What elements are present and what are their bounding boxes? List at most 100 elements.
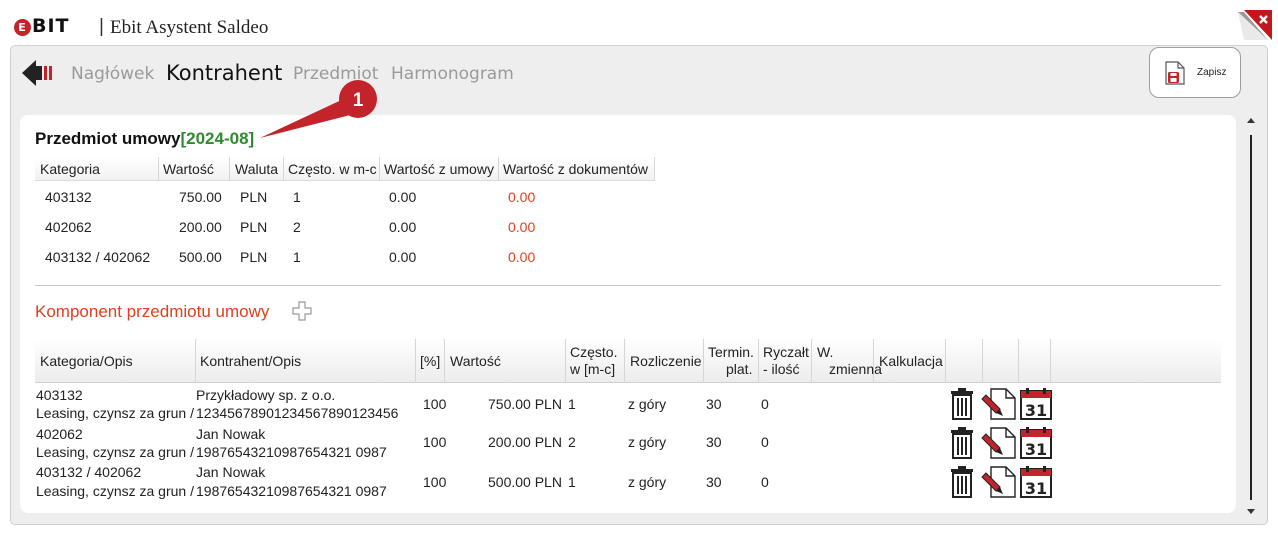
contract-title: Przedmiot umowy	[35, 129, 181, 148]
edit-document-icon[interactable]	[981, 388, 1016, 420]
trash-icon[interactable]	[951, 427, 973, 459]
cell-kategoria: 402062	[45, 219, 92, 235]
edit-document-icon[interactable]	[981, 427, 1016, 459]
column-header-wartosc[interactable]: Wartość	[163, 161, 214, 177]
cell-rozliczenie: z góry	[628, 434, 667, 450]
calendar-icon[interactable]: 31	[1020, 466, 1052, 498]
back-arrow-icon[interactable]	[22, 59, 54, 87]
column-divider	[379, 157, 380, 181]
contract-section-title: Przedmiot umowy[2024-08]	[35, 129, 254, 149]
row-actions: 31	[951, 466, 1052, 498]
cell-waluta: PLN	[240, 219, 268, 235]
cell-wartosc-z-dokumentow: 0.00	[508, 219, 536, 235]
column-header-ryczalt[interactable]: Ryczałt - ilość	[763, 344, 809, 378]
components-title: Komponent przedmiotu umowy	[35, 302, 270, 321]
column-header-w-zmienna[interactable]: W. zmienna	[817, 344, 882, 378]
cell-czesto: 1	[568, 396, 576, 412]
column-header-kategoria-opis[interactable]: Kategoria/Opis	[40, 353, 133, 370]
cell-procent: 100	[423, 396, 447, 412]
column-divider	[982, 339, 983, 383]
cell-opis: Leasing, czynsz za grun /	[36, 483, 194, 499]
cell-kategoria: 403132 / 402062	[45, 249, 151, 265]
scroll-up-arrow-icon[interactable]	[1247, 118, 1255, 123]
tab-naglowek[interactable]: Nagłówek	[71, 64, 154, 84]
cell-czesto: 2	[293, 219, 301, 235]
column-header-termin[interactable]: Termin. plat.	[708, 344, 754, 378]
header-line: W.	[817, 344, 834, 360]
close-icon[interactable]	[1238, 10, 1272, 40]
column-header-wartosc-z-dokumentow[interactable]: Wartość z dokumentów	[503, 161, 648, 177]
column-header-czesto[interactable]: Często. w m-c	[288, 161, 377, 177]
cell-wartosc-z-umowy: 0.00	[389, 189, 417, 205]
cell-termin: 30	[706, 474, 722, 490]
header-line: Często.	[570, 344, 618, 360]
header-line: Termin.	[708, 344, 754, 360]
cell-procent: 100	[423, 474, 447, 490]
column-divider	[415, 339, 416, 383]
logo-mark: E	[14, 19, 31, 36]
cell-wartosc: 500.00 PLN	[488, 474, 562, 490]
ebit-logo: E BIT	[14, 15, 70, 37]
column-divider	[498, 157, 499, 181]
cell-opis: Leasing, czynsz za grun /	[36, 444, 194, 460]
cell-ryczalt: 0	[761, 396, 769, 412]
cell-wartosc-z-dokumentow: 0.00	[508, 189, 536, 205]
column-header-czesto[interactable]: Często. w [m-c]	[570, 344, 617, 378]
save-document-icon	[1165, 61, 1185, 85]
tab-harmonogram[interactable]: Harmonogram	[391, 64, 514, 84]
column-header-kalkulacja[interactable]: Kalkulacja	[879, 353, 943, 370]
vertical-scrollbar[interactable]	[1244, 115, 1258, 517]
column-divider	[565, 339, 566, 383]
cell-kontrahent: Jan Nowak	[196, 426, 266, 442]
cell-konto: 19876543210987654321 0987	[196, 483, 387, 499]
cell-czesto: 1	[568, 474, 576, 490]
cell-procent: 100	[423, 434, 447, 450]
edit-document-icon[interactable]	[981, 466, 1016, 498]
cell-rozliczenie: z góry	[628, 396, 667, 412]
calendar-icon[interactable]: 31	[1020, 427, 1052, 459]
trash-icon[interactable]	[951, 388, 973, 420]
header-line: plat.	[726, 361, 753, 377]
column-header-kategoria[interactable]: Kategoria	[40, 161, 100, 177]
column-divider	[624, 339, 625, 383]
calendar-day: 31	[1025, 440, 1047, 459]
cell-wartosc-z-dokumentow: 0.00	[508, 249, 536, 265]
cell-wartosc: 200.00	[179, 219, 222, 235]
cell-termin: 30	[706, 434, 722, 450]
row-actions: 31	[951, 427, 1052, 459]
save-label: Zapisz	[1197, 67, 1227, 78]
callout-marker: 1	[260, 80, 377, 138]
cell-wartosc: 750.00	[179, 189, 222, 205]
header-line: w [m-c]	[570, 361, 616, 377]
contract-period: [2024-08]	[180, 129, 255, 148]
column-divider	[1050, 339, 1051, 383]
column-header-wartosc[interactable]: Wartość	[450, 353, 501, 370]
column-header-rozliczenie[interactable]: Rozliczenie	[630, 353, 702, 370]
column-divider	[811, 339, 812, 383]
cell-wartosc-z-umowy: 0.00	[389, 249, 417, 265]
column-header-wartosc-z-umowy[interactable]: Wartość z umowy	[384, 161, 494, 177]
cell-kontrahent: Przykładowy sp. z o.o.	[196, 387, 336, 403]
calendar-day: 31	[1025, 401, 1047, 420]
column-divider	[945, 339, 946, 383]
add-component-icon[interactable]	[292, 301, 312, 321]
column-header-procent[interactable]: [%]	[420, 353, 440, 370]
cell-konto: 19876543210987654321 0987	[196, 444, 387, 460]
scroll-thumb[interactable]	[1250, 135, 1252, 500]
calendar-icon[interactable]: 31	[1020, 388, 1052, 420]
cell-wartosc: 750.00 PLN	[488, 396, 562, 412]
column-divider	[444, 339, 445, 383]
column-header-waluta[interactable]: Waluta	[235, 161, 278, 177]
column-header-kontrahent-opis[interactable]: Kontrahent/Opis	[200, 353, 301, 370]
cell-kategoria: 403132	[45, 189, 92, 205]
cell-czesto: 1	[293, 249, 301, 265]
column-divider	[654, 157, 655, 181]
save-button[interactable]: Zapisz	[1149, 47, 1241, 98]
header-line: - ilość	[763, 361, 800, 377]
row-actions: 31	[951, 388, 1052, 420]
scroll-down-arrow-icon[interactable]	[1247, 509, 1255, 514]
column-divider	[703, 339, 704, 383]
header-line: zmienna	[829, 361, 882, 377]
cell-termin: 30	[706, 396, 722, 412]
trash-icon[interactable]	[951, 466, 973, 498]
